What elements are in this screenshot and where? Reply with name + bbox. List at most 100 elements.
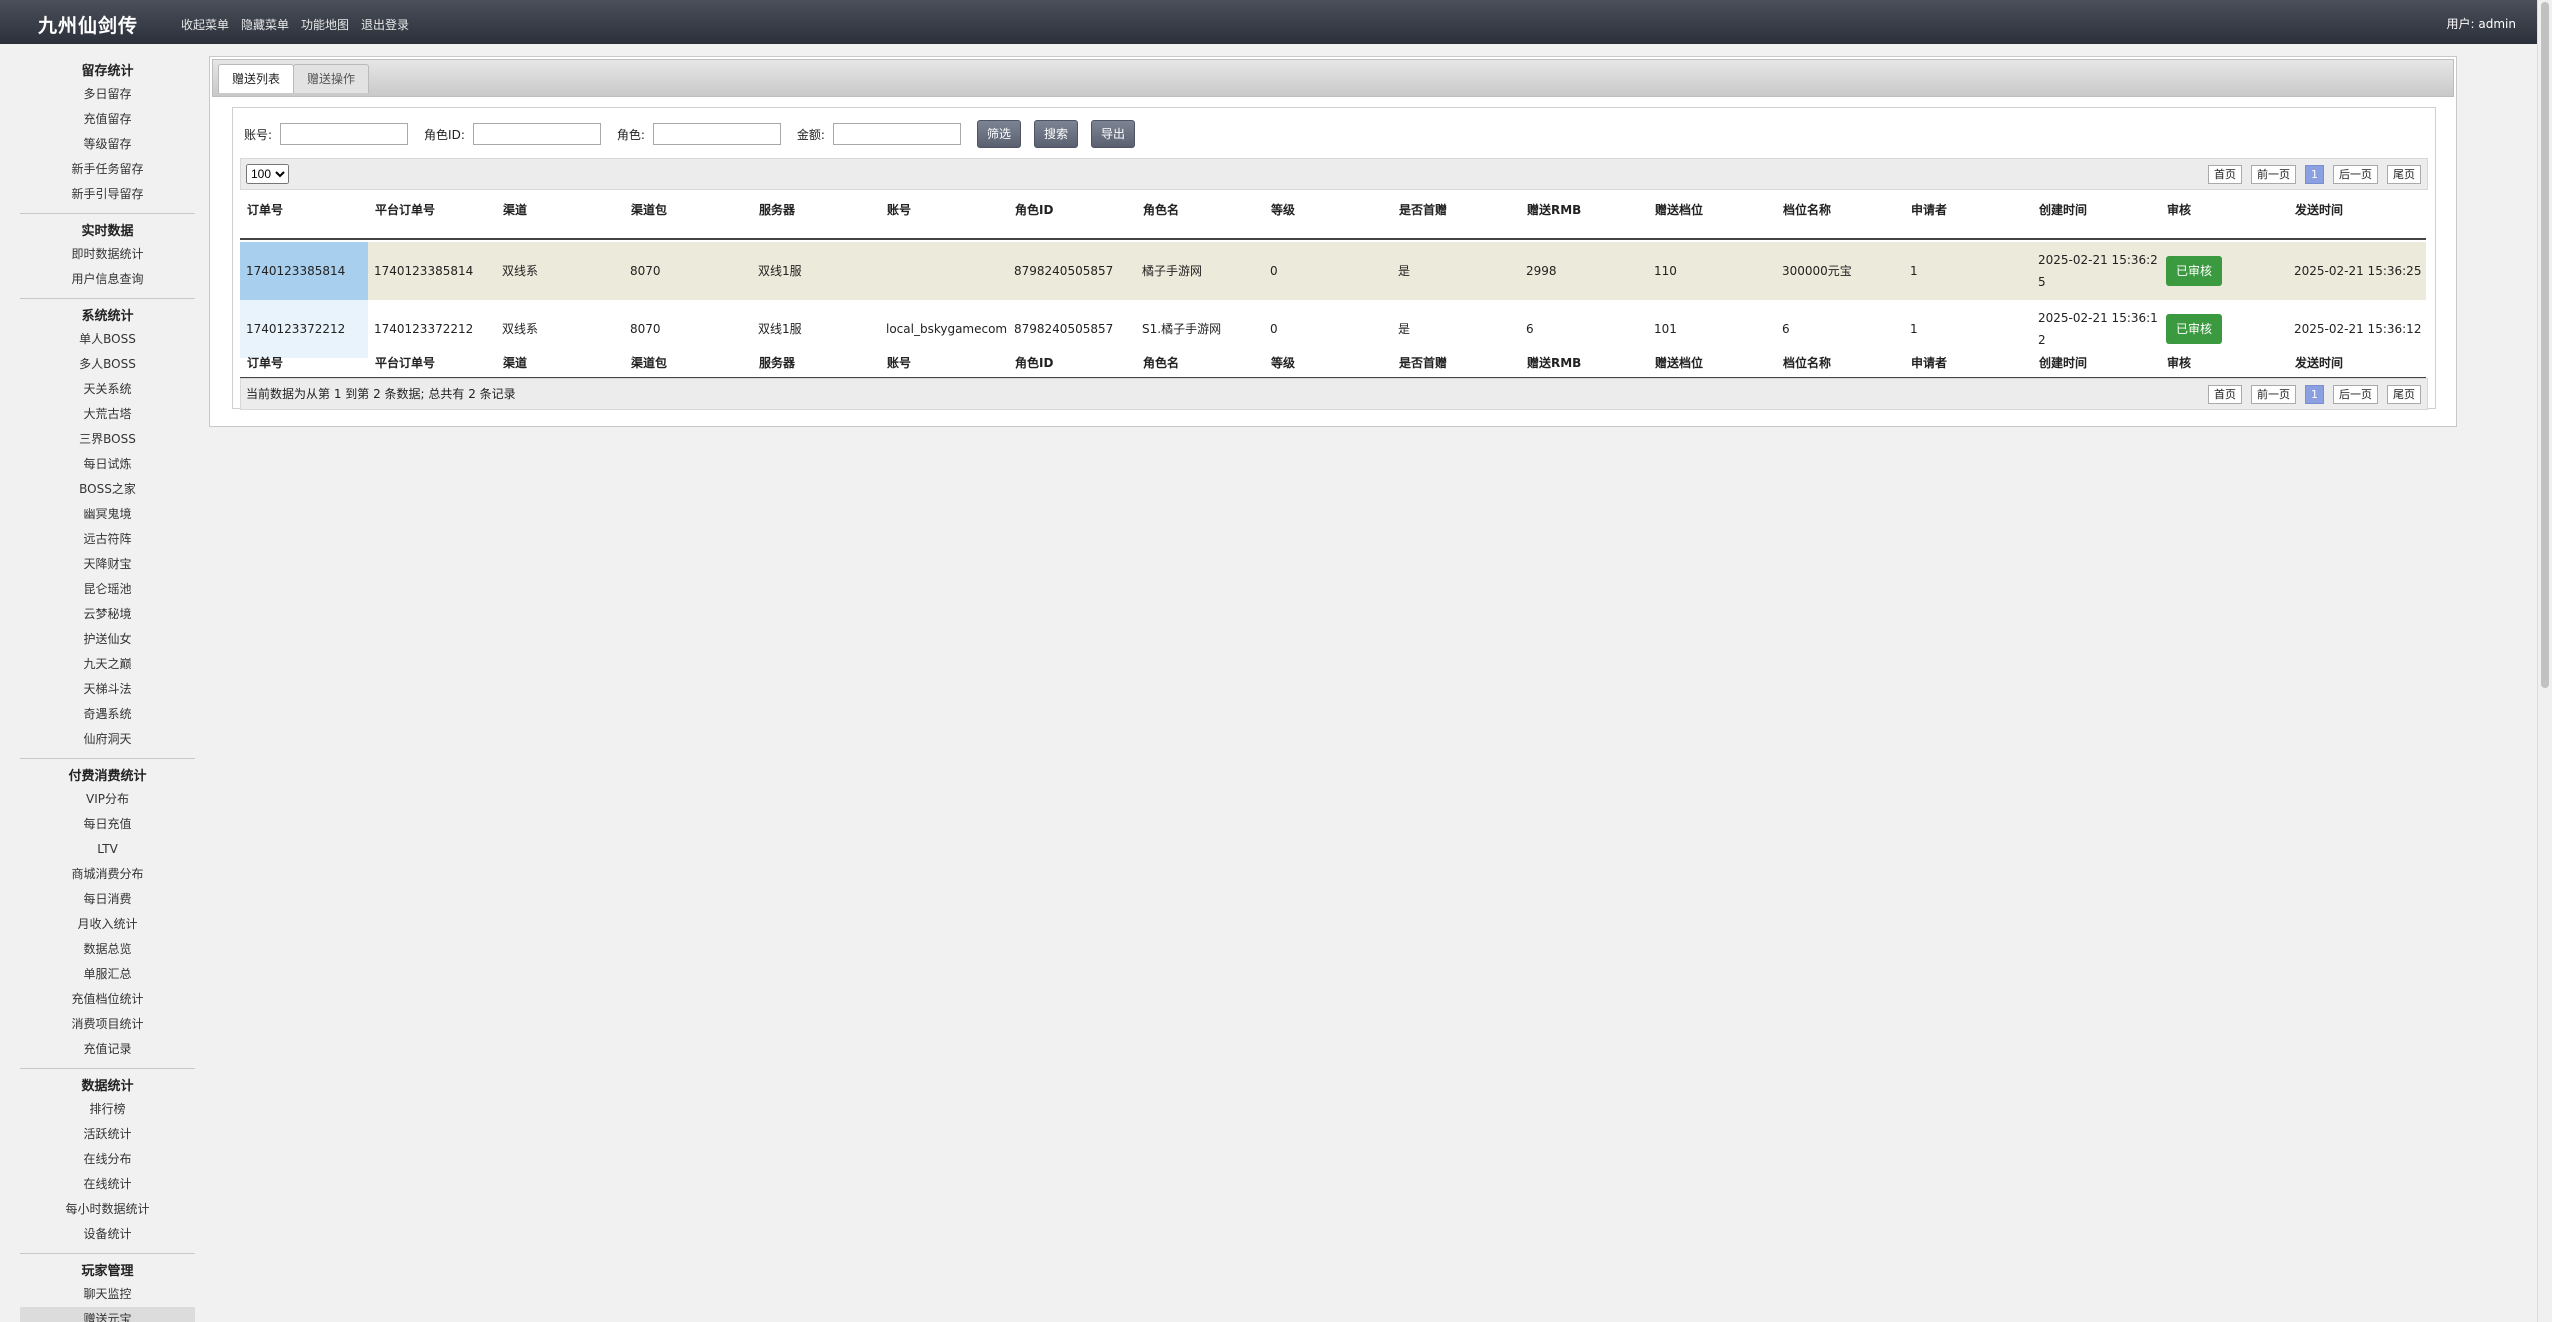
sidebar-group-title[interactable]: 留存统计 xyxy=(20,61,195,82)
sidebar-item[interactable]: 在线统计 xyxy=(20,1172,195,1197)
column-header[interactable]: 平台订单号 xyxy=(368,198,496,238)
sidebar-item[interactable]: 商城消费分布 xyxy=(20,862,195,887)
sidebar-group-title[interactable]: 实时数据 xyxy=(20,221,195,242)
sidebar-group-title[interactable]: 数据统计 xyxy=(20,1076,195,1097)
sidebar-item[interactable]: 活跃统计 xyxy=(20,1122,195,1147)
column-header[interactable]: 角色ID xyxy=(1008,198,1136,238)
sidebar-item[interactable]: 云梦秘境 xyxy=(20,602,195,627)
column-header[interactable]: 档位名称 xyxy=(1776,353,1904,377)
sidebar-item[interactable]: 月收入统计 xyxy=(20,912,195,937)
sidebar-item[interactable]: 天关系统 xyxy=(20,377,195,402)
column-header[interactable]: 发送时间 xyxy=(2288,198,2426,238)
last-page-button[interactable]: 尾页 xyxy=(2387,165,2421,184)
sidebar-item[interactable]: 大荒古塔 xyxy=(20,402,195,427)
sidebar-item[interactable]: 远古符阵 xyxy=(20,527,195,552)
sidebar-item[interactable]: 仙府洞天 xyxy=(20,727,195,752)
column-header[interactable]: 赠送档位 xyxy=(1648,353,1776,377)
tab-gift-list[interactable]: 赠送列表 xyxy=(218,64,295,93)
sidebar-item[interactable]: 多日留存 xyxy=(20,82,195,107)
column-header[interactable]: 审核 xyxy=(2160,353,2288,377)
sidebar-item[interactable]: 奇遇系统 xyxy=(20,702,195,727)
account-input[interactable] xyxy=(280,123,409,145)
column-header[interactable]: 申请者 xyxy=(1904,353,2032,377)
sidebar-item[interactable]: BOSS之家 xyxy=(20,477,195,502)
sidebar-item[interactable]: 天降财宝 xyxy=(20,552,195,577)
column-header[interactable]: 渠道 xyxy=(496,353,624,377)
column-header[interactable]: 等级 xyxy=(1264,353,1392,377)
sidebar-item[interactable]: 三界BOSS xyxy=(20,427,195,452)
role-input[interactable] xyxy=(652,123,781,145)
sidebar-item[interactable]: 聊天监控 xyxy=(20,1282,195,1307)
filter-button[interactable]: 筛选 xyxy=(976,120,1021,148)
next-page-button[interactable]: 后一页 xyxy=(2333,165,2378,184)
column-header[interactable]: 赠送RMB xyxy=(1520,198,1648,238)
column-header[interactable]: 角色名 xyxy=(1136,198,1264,238)
column-header[interactable]: 订单号 xyxy=(240,198,368,238)
column-header[interactable]: 服务器 xyxy=(752,353,880,377)
sidebar-item[interactable]: LTV xyxy=(20,837,195,862)
sidebar-item[interactable]: 数据总览 xyxy=(20,937,195,962)
sidebar-item[interactable]: 每日消费 xyxy=(20,887,195,912)
table-row[interactable]: 1740123372212 1740123372212 双线系 8070 双线1服 loc… xyxy=(240,300,2426,358)
column-header[interactable]: 档位名称 xyxy=(1776,198,1904,238)
sidebar-item[interactable]: 新手引导留存 xyxy=(20,182,195,207)
sidebar-item[interactable]: 昆仑瑶池 xyxy=(20,577,195,602)
column-header[interactable]: 是否首赠 xyxy=(1392,353,1520,377)
sidebar-item[interactable]: 幽冥鬼境 xyxy=(20,502,195,527)
sidebar-item[interactable]: 即时数据统计 xyxy=(20,242,195,267)
function-map-link[interactable]: 功能地图 xyxy=(301,16,349,33)
last-page-button[interactable]: 尾页 xyxy=(2387,385,2421,404)
sidebar-item[interactable]: 设备统计 xyxy=(20,1222,195,1247)
column-header[interactable]: 审核 xyxy=(2160,198,2288,238)
logout-link[interactable]: 退出登录 xyxy=(361,16,409,33)
sidebar-item[interactable]: 排行榜 xyxy=(20,1097,195,1122)
app-brand[interactable]: 九州仙剑传 xyxy=(38,11,138,38)
sidebar-item[interactable]: 用户信息查询 xyxy=(20,267,195,292)
table-row[interactable]: 1740123385814 1740123385814 双线系 8070 双线1服 879… xyxy=(240,242,2426,300)
hide-menu-link[interactable]: 隐藏菜单 xyxy=(241,16,289,33)
column-header[interactable]: 创建时间 xyxy=(2032,198,2160,238)
sidebar-item[interactable]: 新手任务留存 xyxy=(20,157,195,182)
column-header[interactable]: 赠送档位 xyxy=(1648,198,1776,238)
export-button[interactable]: 导出 xyxy=(1091,120,1136,148)
sidebar-item[interactable]: 每小时数据统计 xyxy=(20,1197,195,1222)
sidebar-item[interactable]: 等级留存 xyxy=(20,132,195,157)
column-header[interactable]: 等级 xyxy=(1264,198,1392,238)
sidebar-item[interactable]: 充值留存 xyxy=(20,107,195,132)
column-header[interactable]: 角色ID xyxy=(1008,353,1136,377)
sidebar-item[interactable]: VIP分布 xyxy=(20,787,195,812)
role-id-input[interactable] xyxy=(472,123,601,145)
first-page-button[interactable]: 首页 xyxy=(2208,385,2242,404)
amount-input[interactable] xyxy=(832,123,961,145)
column-header[interactable]: 角色名 xyxy=(1136,353,1264,377)
sidebar-item[interactable]: 单服汇总 xyxy=(20,962,195,987)
page-size-select[interactable]: 100 xyxy=(246,164,289,184)
column-header[interactable]: 渠道包 xyxy=(624,353,752,377)
column-header[interactable]: 创建时间 xyxy=(2032,353,2160,377)
collapse-menu-link[interactable]: 收起菜单 xyxy=(181,16,229,33)
sidebar-item[interactable]: 护送仙女 xyxy=(20,627,195,652)
column-header[interactable]: 是否首赠 xyxy=(1392,198,1520,238)
column-header[interactable]: 赠送RMB xyxy=(1520,353,1648,377)
tab-gift-operation[interactable]: 赠送操作 xyxy=(293,64,370,93)
column-header[interactable]: 账号 xyxy=(880,198,1008,238)
sidebar-group-title[interactable]: 付费消费统计 xyxy=(20,766,195,787)
column-header[interactable]: 订单号 xyxy=(240,353,368,377)
column-header[interactable]: 渠道 xyxy=(496,198,624,238)
column-header[interactable]: 服务器 xyxy=(752,198,880,238)
current-page-number[interactable]: 1 xyxy=(2305,165,2324,184)
sidebar-item[interactable]: 单人BOSS xyxy=(20,327,195,352)
sidebar-item[interactable]: 充值档位统计 xyxy=(20,987,195,1012)
sidebar-item[interactable]: 多人BOSS xyxy=(20,352,195,377)
sidebar-item[interactable]: 每日充值 xyxy=(20,812,195,837)
sidebar-item[interactable]: 每日试炼 xyxy=(20,452,195,477)
column-header[interactable]: 平台订单号 xyxy=(368,353,496,377)
column-header[interactable]: 渠道包 xyxy=(624,198,752,238)
search-button[interactable]: 搜索 xyxy=(1033,120,1078,148)
reviewed-status-button[interactable]: 已审核 xyxy=(2166,256,2223,286)
sidebar-item[interactable]: 赠送元宝 xyxy=(20,1307,195,1322)
sidebar-group-title[interactable]: 玩家管理 xyxy=(20,1261,195,1282)
sidebar-item[interactable]: 九天之巅 xyxy=(20,652,195,677)
sidebar-item[interactable]: 天梯斗法 xyxy=(20,677,195,702)
column-header[interactable]: 发送时间 xyxy=(2288,353,2426,377)
